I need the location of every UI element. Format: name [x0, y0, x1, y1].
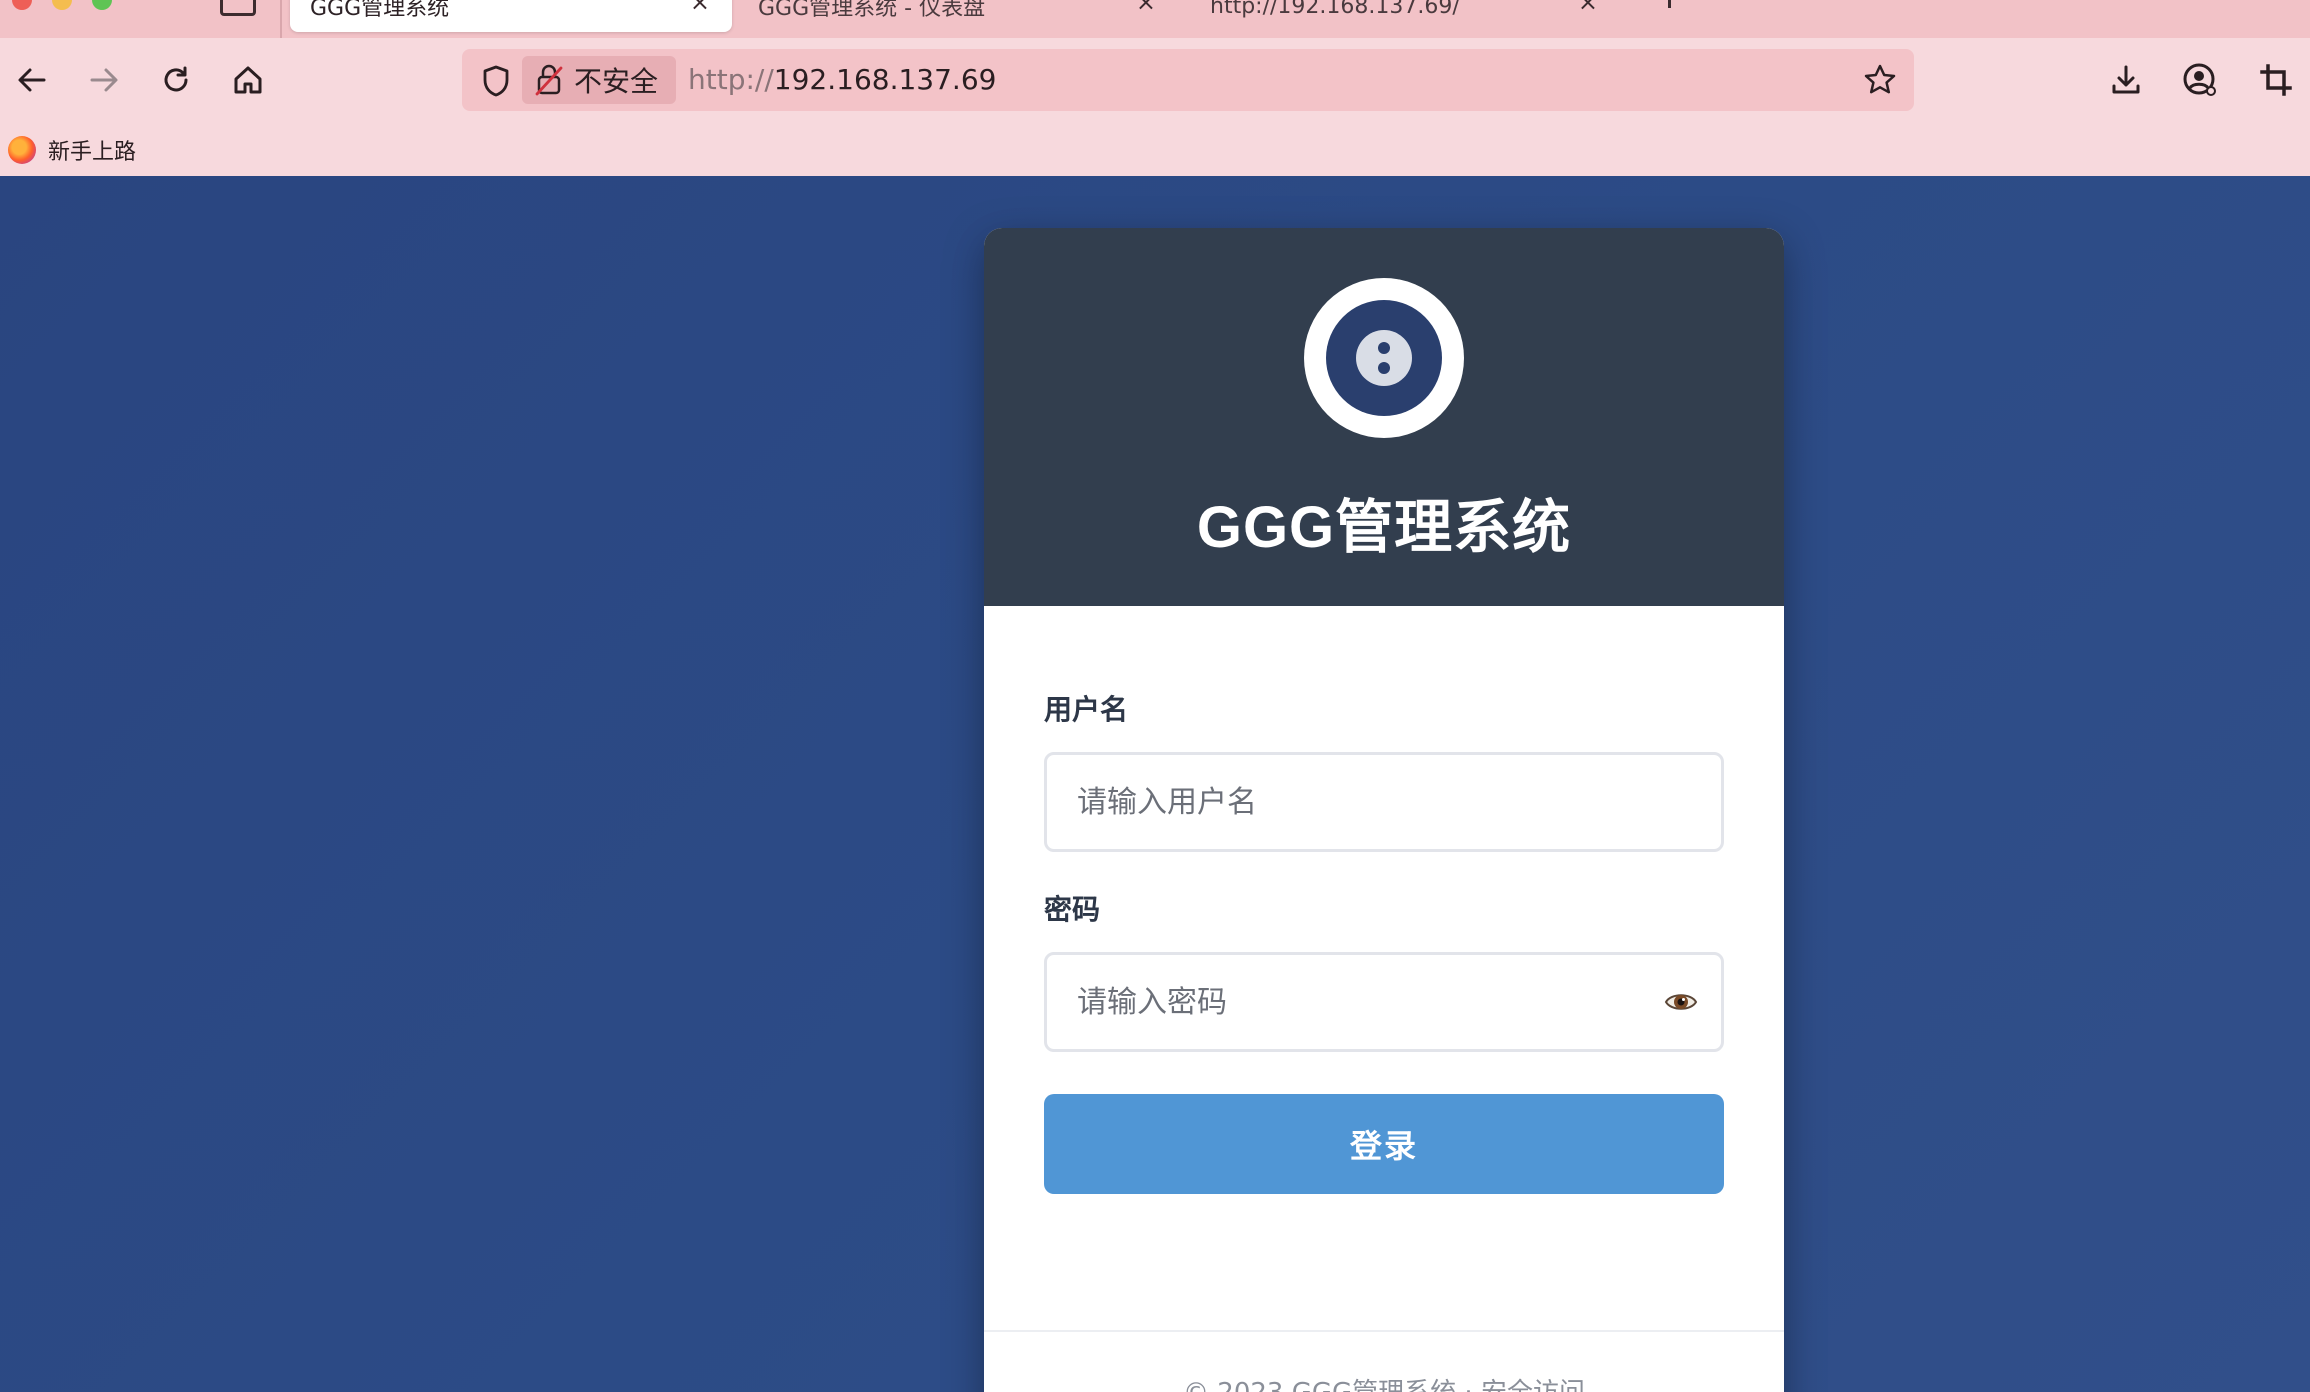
logo-core: [1326, 300, 1442, 416]
close-tab-icon[interactable]: ×: [690, 0, 710, 16]
logo-pip: [1378, 362, 1390, 374]
account-button[interactable]: [2176, 56, 2224, 104]
tab-login[interactable]: GGG管理系统 ×: [290, 0, 732, 32]
downloads-button[interactable]: [2102, 56, 2150, 104]
new-tab-icon[interactable]: [1668, 0, 1671, 8]
forward-button[interactable]: [80, 56, 128, 104]
close-tab-icon[interactable]: ×: [1578, 0, 1598, 16]
account-icon: [2183, 63, 2216, 96]
bookmarks-toolbar: 新手上路: [0, 122, 2310, 176]
download-icon: [2112, 65, 2140, 94]
star-icon: [1864, 64, 1896, 94]
tab-title: GGG管理系统: [310, 0, 450, 21]
maximize-window-button[interactable]: [92, 0, 112, 10]
tab-separator: [280, 0, 282, 38]
footer-text: © 2023 GGG管理系统 · 安全访问: [984, 1372, 1784, 1392]
back-arrow-icon: [18, 68, 46, 92]
shield-icon[interactable]: [476, 61, 516, 101]
tab-title: http://192.168.137.69/: [1210, 0, 1460, 19]
password-input[interactable]: [1044, 952, 1724, 1052]
app-logo-icon: [1304, 278, 1464, 438]
logo-pip: [1378, 342, 1390, 354]
page-background: GGG管理系统 用户名 密码 登录 © 2023 GGG管理系统 · 安全访问: [0, 176, 2310, 1392]
bookmark-star-button[interactable]: [1860, 60, 1900, 100]
tab-overview-icon[interactable]: [220, 0, 256, 16]
logo-dot: [1356, 330, 1412, 386]
reload-icon: [164, 66, 188, 92]
login-card-header: GGG管理系统: [984, 228, 1784, 606]
password-label: 密码: [1044, 893, 1101, 926]
login-button[interactable]: 登录: [1044, 1094, 1724, 1194]
home-icon: [234, 66, 262, 94]
crop-icon: [2260, 64, 2292, 96]
back-button[interactable]: [8, 56, 56, 104]
tab-dashboard[interactable]: GGG管理系统 - 仪表盘 ×: [738, 0, 1178, 32]
address-bar[interactable]: 不安全 http://192.168.137.69: [462, 49, 1914, 111]
forward-arrow-icon: [90, 68, 118, 92]
screen: GGG管理系统 × GGG管理系统 - 仪表盘 × http://192.168…: [0, 0, 2310, 1392]
broken-lock-icon: [535, 64, 563, 96]
url-host: 192.168.137.69: [773, 63, 997, 96]
login-card: GGG管理系统 用户名 密码 登录 © 2023 GGG管理系统 · 安全访问: [984, 228, 1784, 1392]
tab-url[interactable]: http://192.168.137.69/ ×: [1190, 0, 1620, 32]
username-label: 用户名: [1044, 693, 1129, 726]
home-button[interactable]: [224, 56, 272, 104]
eye-icon[interactable]: [1664, 988, 1698, 1016]
firefox-icon: [8, 136, 36, 164]
not-secure-indicator[interactable]: 不安全: [522, 56, 676, 104]
reload-button[interactable]: [152, 56, 200, 104]
browser-chrome: GGG管理系统 × GGG管理系统 - 仪表盘 × http://192.168…: [0, 0, 2310, 176]
bookmark-label: 新手上路: [48, 140, 137, 165]
not-secure-label: 不安全: [574, 65, 659, 98]
url-text[interactable]: http://192.168.137.69: [688, 61, 996, 99]
navigation-toolbar: 不安全 http://192.168.137.69: [0, 38, 2310, 122]
close-window-button[interactable]: [12, 0, 32, 10]
close-tab-icon[interactable]: ×: [1136, 0, 1156, 16]
login-card-footer: © 2023 GGG管理系统 · 安全访问: [984, 1330, 1784, 1392]
tab-title: GGG管理系统 - 仪表盘: [758, 0, 986, 21]
bookmark-getting-started[interactable]: 新手上路: [8, 134, 136, 166]
minimize-window-button[interactable]: [52, 0, 72, 10]
url-scheme: http://: [688, 63, 774, 96]
tab-bar: GGG管理系统 × GGG管理系统 - 仪表盘 × http://192.168…: [0, 0, 2310, 38]
app-title: GGG管理系统: [1196, 495, 1572, 560]
username-input[interactable]: [1044, 752, 1724, 852]
screenshot-button[interactable]: [2252, 56, 2300, 104]
